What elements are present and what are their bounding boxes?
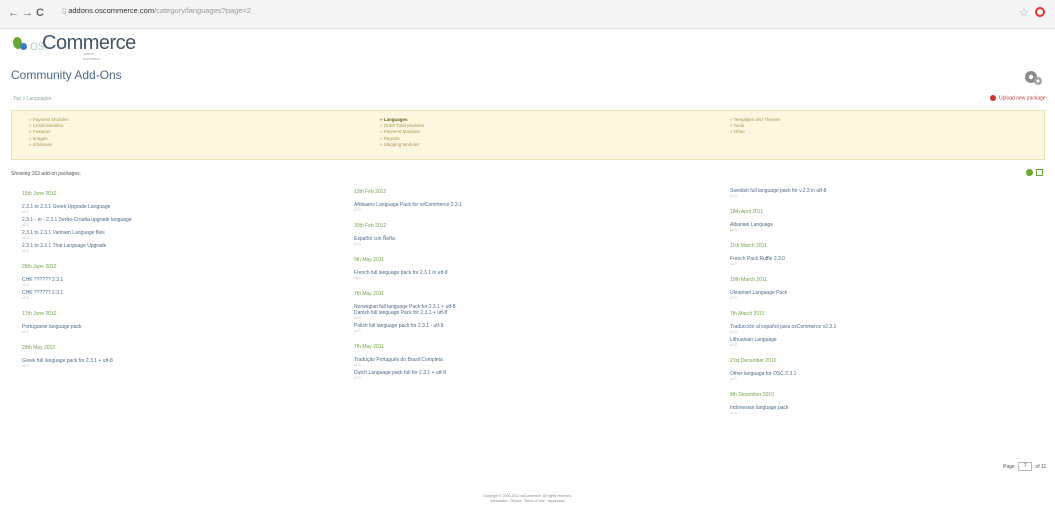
date-heading: 28th June 2012 — [22, 264, 57, 270]
addon-title-link[interactable]: 2.3.1 to 2.3.1 Thai Language Upgrade — [22, 243, 106, 249]
pagination: Page 7 of 11 — [1003, 462, 1046, 471]
category-link[interactable]: » Infoboxes — [29, 142, 69, 148]
category-link[interactable]: » Other — [730, 129, 780, 135]
rss-icon[interactable] — [1026, 169, 1033, 176]
reload-icon[interactable]: C — [36, 7, 44, 19]
forward-icon[interactable]: → — [22, 7, 33, 19]
addon-title-link[interactable]: Greek full language pack for 2.3.1 + utf… — [22, 358, 113, 364]
date-heading: 8th December 2010 — [730, 392, 774, 398]
date-heading: 15th June 2012 — [22, 191, 57, 197]
addon-meta: v2.3 — [730, 296, 737, 300]
addon-meta: v2.3 — [22, 364, 29, 368]
upload-package-link[interactable]: Upload new package — [990, 95, 1046, 101]
url-host: addons.oscommerce.com — [68, 6, 155, 15]
category-link[interactable]: » Payment Modules — [380, 129, 424, 135]
bookmark-star-icon[interactable]: ☆ — [1019, 6, 1029, 19]
addon-meta: v2.3 — [22, 296, 29, 300]
addon-meta: v2.3 — [22, 330, 29, 334]
addon-title-link[interactable]: Ukrainian Language Pack — [730, 290, 787, 296]
address-bar[interactable]: ▯ addons.oscommerce.com/category/languag… — [62, 6, 251, 15]
category-column-2: » Languages » Order Total Modules » Paym… — [380, 117, 424, 148]
date-heading: 13th Feb 2012 — [354, 189, 387, 195]
addon-title-link[interactable]: Dutch Language pack full for 2.3.1 + utf… — [354, 370, 446, 376]
browser-toolbar: ← → C ▯ addons.oscommerce.com/category/l… — [0, 0, 1055, 29]
date-heading: 9th May 2011 — [354, 257, 384, 263]
category-column-3: » Templates and Themes » Tools » Other — [730, 117, 780, 136]
logo-dot-icon — [20, 43, 27, 50]
footer: Copyright © 2000-2012 osCommerce. All ri… — [0, 494, 1055, 504]
showing-count: Showing 153 add-on packages. — [11, 171, 82, 177]
category-column-1: » Payment Modules » Credit Modules » Fea… — [29, 117, 69, 148]
addon-title-link[interactable]: Danish full language Pack for 2.3.1 + ut… — [354, 310, 447, 316]
addon-meta: v2.3 — [730, 343, 737, 347]
addon-title-link[interactable]: Other language for OSC 2.3.1 — [730, 371, 796, 377]
url-path: /category/languages?page=2 — [154, 6, 252, 15]
addon-meta: v2.3 — [354, 376, 361, 380]
upload-label: Upload new package — [999, 95, 1046, 102]
addon-title-link[interactable]: Afrikaans Language Pack for osCommerce 2… — [354, 202, 462, 208]
page-suffix: of 11 — [1035, 463, 1047, 470]
date-heading: 7th March 2011 — [730, 311, 765, 317]
addon-title-link[interactable]: 2.3.1 to 2.3.1 Greek Upgrade Language — [22, 204, 110, 210]
addon-title-link[interactable]: French full language pack for 2.3.1 in u… — [354, 270, 448, 276]
list-view-icon[interactable] — [1036, 169, 1043, 176]
opera-icon[interactable] — [1035, 7, 1045, 17]
addon-title-link[interactable]: Lithuanian Language — [730, 337, 777, 343]
addon-meta: v2.3 — [730, 330, 737, 334]
breadcrumb[interactable]: Top » Languages — [13, 96, 51, 102]
addon-meta: v2.3 — [354, 316, 361, 320]
addon-meta: v2.3 — [354, 242, 361, 246]
addon-meta: v2.3 — [22, 210, 29, 214]
date-heading: 18th April 2011 — [730, 209, 763, 215]
date-heading: 29th May 2012 — [22, 345, 56, 351]
date-heading: 30th Feb 2012 — [354, 223, 387, 229]
date-heading: 11th March 2011 — [730, 243, 767, 249]
addon-meta: v2.3 — [354, 329, 361, 333]
date-heading: 7th May 2011 — [354, 344, 384, 350]
addon-meta: v2.3 — [22, 236, 29, 240]
page-prefix: Page — [1003, 463, 1015, 470]
addon-meta: v2.3 — [730, 228, 737, 232]
page-number: 7 — [1023, 463, 1027, 469]
back-icon[interactable]: ← — [8, 7, 19, 19]
addon-title-link[interactable]: Polish full language pack for 2.3.1 - ut… — [354, 323, 444, 329]
addon-title-link[interactable]: Swedish full language pack for v.2.3 in … — [730, 188, 826, 194]
upload-icon — [990, 95, 996, 101]
addon-title-link[interactable]: 2.3.1 to 2.3.1 Vietnam Language files — [22, 230, 105, 236]
page-title: Community Add-Ons — [11, 68, 122, 82]
addon-meta: v2.3 — [730, 194, 737, 198]
addon-meta: v2.3 — [354, 363, 361, 367]
addon-title-link[interactable]: Traducción al español para osCommerce v2… — [730, 324, 836, 330]
addon-meta: v2.3 — [22, 223, 29, 227]
addon-meta: v2.3 — [730, 262, 737, 266]
page-number-input[interactable]: 7 — [1018, 462, 1033, 471]
addon-meta: v2.3 — [354, 208, 361, 212]
addons-gear-icon — [1025, 71, 1042, 85]
addon-title-link[interactable]: French Pack Ruffle 2.3.0 — [730, 256, 785, 262]
date-heading: 10th March 2011 — [730, 277, 768, 283]
addon-meta: v2.3 — [22, 249, 29, 253]
addon-meta: v2.3 — [730, 377, 737, 381]
logo-subtitle: online merchant — [83, 51, 100, 61]
category-link[interactable]: » Shipping Modules — [380, 142, 424, 148]
date-heading: 17th June 2012 — [22, 311, 57, 317]
date-heading: 7th May 2011 — [354, 291, 384, 297]
addon-title-link[interactable]: Portuguese language pack — [22, 324, 82, 330]
addon-meta: v2.3 — [354, 276, 361, 280]
addon-title-link[interactable]: Indonesian language pack — [730, 405, 788, 411]
date-heading: 21st December 2010 — [730, 358, 777, 364]
addon-title-link[interactable]: Tradução Português do Brasil Completa — [354, 357, 443, 363]
footer-links[interactable]: Information · Report · Terms of Use · Im… — [0, 499, 1055, 504]
addon-title-link[interactable]: 2.3.1 - to - 2.3.1 Serbo-Croatia upgrade… — [22, 217, 132, 223]
addon-meta: v2.3 — [730, 411, 737, 415]
category-box: » Payment Modules » Credit Modules » Fea… — [11, 110, 1045, 160]
addon-meta: v2.3 — [22, 283, 29, 287]
